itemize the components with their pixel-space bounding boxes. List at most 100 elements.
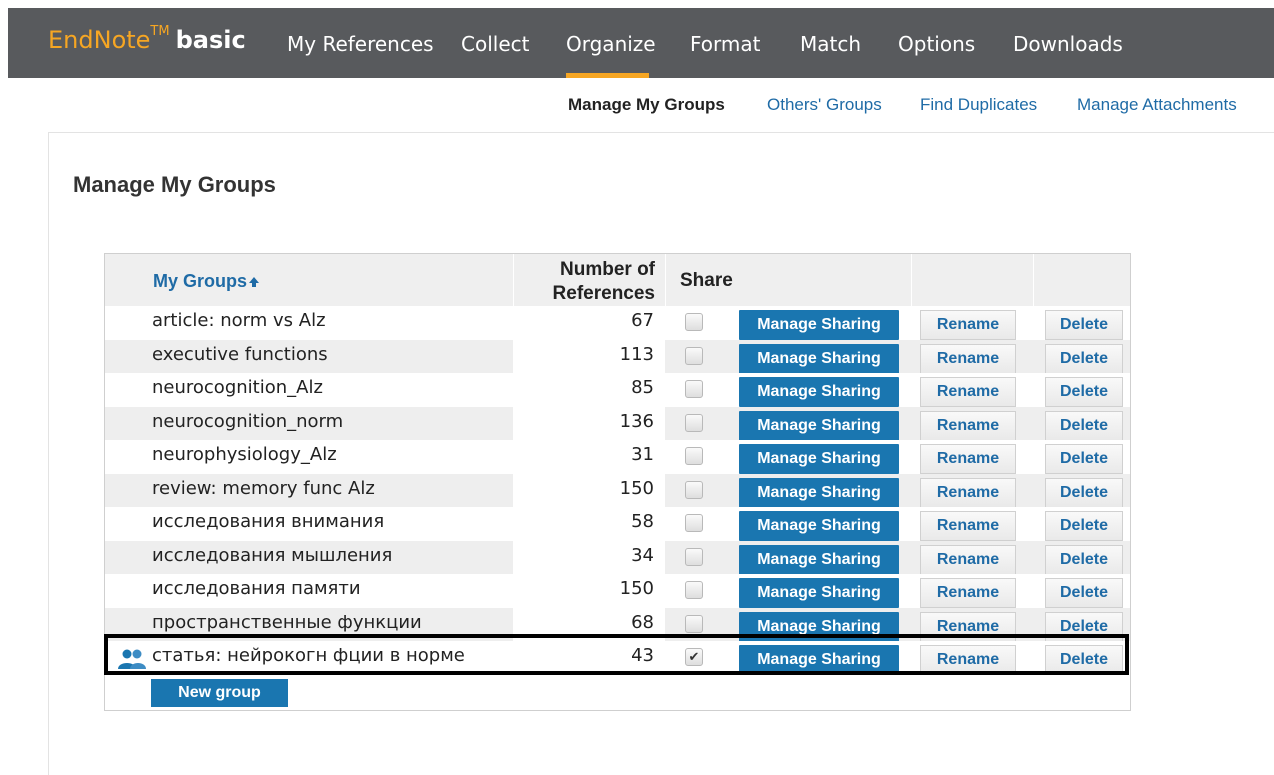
nav-format[interactable]: Format (690, 32, 760, 56)
rename-button[interactable]: Rename (920, 611, 1016, 642)
table-row: neurophysiology_Alz 31 Manage Sharing Renam… (105, 440, 1130, 474)
reference-count: 43 (631, 645, 654, 666)
table-row: executive functions 113 Manage Sharing Rena… (105, 339, 1130, 374)
reference-count: 34 (631, 544, 654, 566)
delete-button[interactable]: Delete (1045, 578, 1123, 608)
share-checkbox[interactable] (685, 447, 703, 465)
share-checkbox[interactable] (685, 346, 703, 365)
group-name[interactable]: article: norm vs Alz (152, 310, 326, 331)
reference-count: 85 (631, 377, 654, 398)
delete-button[interactable]: Delete (1045, 511, 1123, 541)
manage-sharing-button[interactable]: Manage Sharing (739, 544, 899, 575)
share-header: Share (680, 270, 733, 291)
page-title: Manage My Groups (73, 172, 276, 197)
top-nav-bar: EndNoteTM basic My References Collect Org… (8, 8, 1274, 78)
reference-count: 150 (619, 578, 654, 599)
share-checkbox[interactable] (685, 547, 703, 566)
nav-my-references[interactable]: My References (287, 32, 434, 56)
group-name[interactable]: пространственные функции (152, 612, 422, 633)
group-name[interactable]: neurocognition_Alz (152, 377, 323, 398)
table-row: neurocognition_Alz 85 Manage Sharing Rename… (105, 373, 1130, 407)
share-checkbox[interactable] (685, 380, 703, 398)
manage-sharing-button[interactable]: Manage Sharing (739, 444, 899, 474)
reference-count: 31 (631, 444, 654, 465)
subnav-others-groups[interactable]: Others' Groups (767, 95, 882, 115)
nav-collect[interactable]: Collect (461, 32, 529, 56)
table-row: neurocognition_norm 136 Manage Sharing Rena… (105, 406, 1130, 441)
reference-count: 58 (631, 511, 654, 532)
nav-match[interactable]: Match (800, 32, 861, 56)
manage-sharing-button[interactable]: Manage Sharing (739, 645, 899, 675)
group-name[interactable]: исследования памяти (152, 578, 361, 599)
rename-button[interactable]: Rename (920, 544, 1016, 575)
delete-button[interactable]: Delete (1045, 544, 1123, 575)
share-checkbox[interactable] (685, 514, 703, 532)
share-checkbox[interactable] (685, 614, 703, 633)
my-groups-header-label: My Groups (153, 271, 248, 291)
delete-button[interactable]: Delete (1045, 645, 1123, 675)
rename-button[interactable]: Rename (920, 444, 1016, 474)
reference-count: 68 (631, 611, 654, 633)
rename-button[interactable]: Rename (920, 578, 1016, 608)
share-checkbox[interactable] (685, 313, 703, 331)
share-checkbox[interactable] (685, 413, 703, 432)
subnav-manage-my-groups[interactable]: Manage My Groups (568, 95, 725, 115)
logo-edition: basic (175, 26, 246, 54)
manage-sharing-button[interactable]: Manage Sharing (739, 511, 899, 541)
group-name[interactable]: executive functions (152, 344, 328, 365)
delete-button[interactable]: Delete (1045, 410, 1123, 441)
nav-downloads[interactable]: Downloads (1013, 32, 1123, 56)
share-checkbox[interactable] (685, 480, 703, 499)
table-row: исследования памяти 150 Manage Sharing Rena… (105, 574, 1130, 608)
rename-button[interactable]: Rename (920, 410, 1016, 441)
group-name[interactable]: исследования мышления (152, 545, 392, 566)
number-of-references-header: Number of References (552, 259, 655, 304)
table-header: My Groups Number of References Share (105, 254, 1130, 306)
group-name[interactable]: исследования внимания (152, 511, 384, 532)
rename-button[interactable]: Rename (920, 310, 1016, 340)
table-row: review: memory func Alz 150 Manage Sharing… (105, 473, 1130, 508)
new-group-button[interactable]: New group (151, 679, 288, 707)
manage-sharing-button[interactable]: Manage Sharing (739, 377, 899, 407)
nav-organize[interactable]: Organize (566, 32, 656, 56)
share-checkbox[interactable]: ✔ (685, 648, 703, 666)
reference-count: 113 (619, 343, 654, 365)
shared-users-icon (118, 649, 146, 669)
group-name[interactable]: review: memory func Alz (152, 478, 375, 499)
table-row: article: norm vs Alz 67 Manage Sharing Rena… (105, 306, 1130, 340)
rename-button[interactable]: Rename (920, 343, 1016, 374)
table-row: исследования мышления 34 Manage Sharing Ren… (105, 540, 1130, 575)
manage-sharing-button[interactable]: Manage Sharing (739, 343, 899, 374)
manage-sharing-button[interactable]: Manage Sharing (739, 578, 899, 608)
nav-options[interactable]: Options (898, 32, 975, 56)
rename-button[interactable]: Rename (920, 645, 1016, 675)
delete-button[interactable]: Delete (1045, 343, 1123, 374)
reference-count: 150 (619, 477, 654, 499)
share-checkbox[interactable] (685, 581, 703, 599)
manage-sharing-button[interactable]: Manage Sharing (739, 611, 899, 642)
subnav-manage-attachments[interactable]: Manage Attachments (1077, 95, 1237, 115)
delete-button[interactable]: Delete (1045, 477, 1123, 508)
reference-count: 67 (631, 310, 654, 331)
manage-sharing-button[interactable]: Manage Sharing (739, 410, 899, 441)
rename-button[interactable]: Rename (920, 477, 1016, 508)
delete-button[interactable]: Delete (1045, 377, 1123, 407)
manage-sharing-button[interactable]: Manage Sharing (739, 477, 899, 508)
rename-button[interactable]: Rename (920, 377, 1016, 407)
rename-button[interactable]: Rename (920, 511, 1016, 541)
table-row: исследования внимания 58 Manage Sharing Ren… (105, 507, 1130, 541)
group-name[interactable]: neurocognition_norm (152, 411, 343, 432)
manage-sharing-button[interactable]: Manage Sharing (739, 310, 899, 340)
group-name[interactable]: статья: нейрокогн фции в норме (152, 645, 465, 666)
delete-button[interactable]: Delete (1045, 444, 1123, 474)
group-name[interactable]: neurophysiology_Alz (152, 444, 337, 465)
endnote-logo[interactable]: EndNoteTM basic (48, 24, 246, 54)
sort-up-icon (249, 277, 260, 287)
delete-button[interactable]: Delete (1045, 611, 1123, 642)
groups-table: My Groups Number of References Share art… (104, 253, 1131, 711)
reference-count: 136 (619, 410, 654, 432)
logo-text: EndNote (48, 26, 151, 54)
subnav-find-duplicates[interactable]: Find Duplicates (920, 95, 1037, 115)
my-groups-sort-header[interactable]: My Groups (153, 271, 260, 292)
delete-button[interactable]: Delete (1045, 310, 1123, 340)
